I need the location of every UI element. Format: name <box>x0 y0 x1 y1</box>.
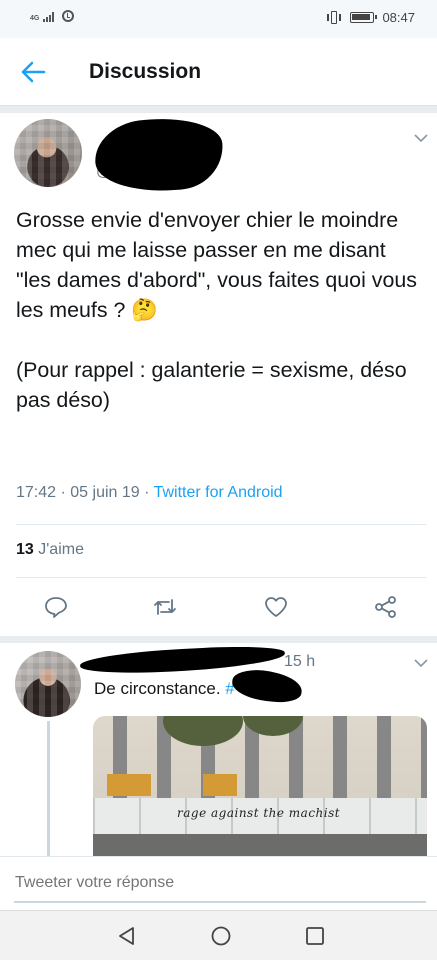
chevron-down-icon[interactable] <box>414 659 428 668</box>
app-header: Discussion <box>0 38 437 106</box>
system-nav-bar <box>0 910 437 960</box>
photo-tarp <box>203 774 237 796</box>
meta-separator: · <box>60 484 66 501</box>
share-icon[interactable] <box>373 595 399 619</box>
vibrate-icon <box>326 10 342 25</box>
signal-icon <box>43 12 55 22</box>
tweet-text: Grosse envie d'envoyer chier le moindre … <box>16 208 417 412</box>
tweet-source-link[interactable]: Twitter for Android <box>154 484 283 501</box>
input-underline <box>14 901 426 903</box>
reply-text: De circonstance. # <box>94 679 235 699</box>
photo-road <box>93 834 427 856</box>
reply-input[interactable] <box>15 874 222 892</box>
page-title: Discussion <box>89 60 202 83</box>
network-type: 4G <box>30 15 40 22</box>
attached-photo[interactable]: rage against the machist <box>93 716 427 856</box>
reply-composer <box>0 856 437 910</box>
reply-tweet[interactable]: 15 h De circonstance. # rage against the… <box>0 643 437 856</box>
arrow-left-icon[interactable] <box>20 60 46 84</box>
redaction-scribble <box>92 114 226 196</box>
photo-tarp <box>107 774 151 796</box>
likes-summary[interactable]: 13 J'aime <box>16 541 84 559</box>
alarm-icon <box>62 10 75 22</box>
status-bar: 4G 08:47 <box>0 0 437 38</box>
likes-count: 13 <box>16 541 34 558</box>
reply-body: De circonstance. <box>94 679 221 698</box>
like-icon[interactable] <box>263 595 289 619</box>
tweet-date: 05 juin 19 <box>70 484 140 501</box>
photo-graffiti-text: rage against the machist <box>177 806 341 820</box>
avatar[interactable] <box>14 119 82 187</box>
chevron-down-icon[interactable] <box>414 134 428 143</box>
thread-line <box>47 721 50 856</box>
meta-separator: · <box>144 484 150 501</box>
redaction-scribble <box>230 667 304 705</box>
likes-label: J'aime <box>38 541 84 558</box>
battery-icon <box>350 12 378 23</box>
home-circle-icon[interactable] <box>210 925 232 947</box>
reply-icon[interactable] <box>43 595 69 619</box>
clock: 08:47 <box>382 10 415 25</box>
retweet-icon[interactable] <box>152 595 178 619</box>
divider <box>16 577 426 578</box>
status-left: 4G <box>30 10 75 22</box>
reply-time: 15 h <box>284 653 316 670</box>
recents-square-icon[interactable] <box>304 925 326 947</box>
avatar[interactable] <box>15 651 81 717</box>
tweet-time: 17:42 <box>16 484 57 501</box>
status-right: 08:47 <box>326 10 415 25</box>
divider <box>16 524 426 525</box>
main-tweet: @ Grosse envie d'envoyer chier le moindr… <box>0 113 437 636</box>
tweet-meta: 17:42 · 05 juin 19 · Twitter for Android <box>16 484 283 502</box>
back-triangle-icon[interactable] <box>116 925 138 947</box>
